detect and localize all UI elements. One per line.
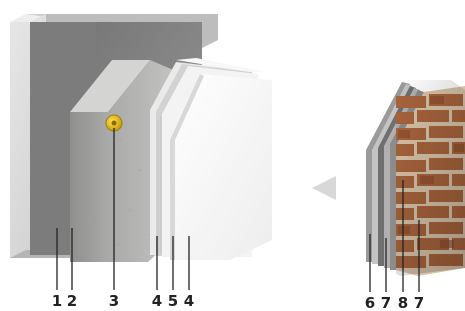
callout-4b: 4 bbox=[184, 292, 194, 310]
left-wall-assembly bbox=[10, 14, 272, 262]
right-wall-assembly bbox=[366, 80, 465, 276]
callout-7b: 7 bbox=[414, 294, 424, 311]
callout-1: 1 bbox=[52, 292, 62, 310]
brick-cladding bbox=[396, 80, 465, 276]
arrow-left-icon bbox=[312, 176, 336, 200]
callout-3: 3 bbox=[109, 292, 119, 310]
callout-7a: 7 bbox=[381, 294, 391, 311]
callout-8: 8 bbox=[398, 294, 408, 311]
wall-assembly-diagram: 1 2 3 4 5 4 6 7 8 7 bbox=[10, 14, 465, 311]
callout-6: 6 bbox=[365, 294, 375, 311]
callout-labels: 1 2 3 4 5 4 6 7 8 7 bbox=[52, 292, 424, 311]
callout-5: 5 bbox=[168, 292, 178, 310]
callout-4a: 4 bbox=[152, 292, 162, 310]
callout-2: 2 bbox=[67, 292, 77, 310]
